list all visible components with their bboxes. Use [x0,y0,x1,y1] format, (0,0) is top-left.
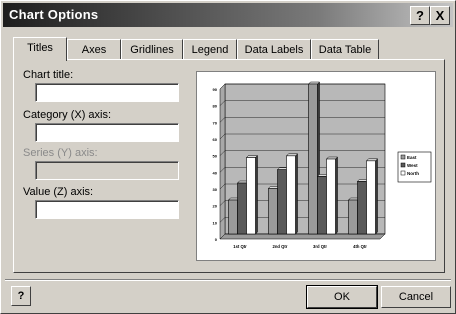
chart-y-tick-label: 30 [213,187,218,192]
chart-x-tick-label: 1st Qtr [233,244,247,249]
chart-bar [286,155,296,235]
tab-data-labels[interactable]: Data Labels [237,39,311,60]
tab-axes[interactable]: Axes [67,39,121,60]
series-axis-field [35,161,179,180]
cancel-button[interactable]: Cancel [381,286,451,308]
titlebar-close-button[interactable]: X [430,6,450,25]
chart-bar [317,176,327,235]
chart-preview-svg: 0 10 20 30 40 50 60 70 80 90 1st Qtr 2nd Qtr 3rd Qtr… [213,81,432,249]
chart-bar [228,199,238,235]
tab-data-table[interactable]: Data Table [311,39,379,60]
chart-title-label: Chart title: [23,69,74,81]
chart-bar [237,182,247,235]
chart-x-tick-label: 4th Qtr [353,244,367,249]
chart-y-tick-label: 80 [213,104,218,109]
titlebar-help-button[interactable]: ? [410,6,430,25]
chart-side-wall [219,83,226,240]
chart-y-tick-label: 10 [213,220,218,225]
chart-bar-side [255,154,258,235]
title-bar: Chart Options ? X [3,3,453,27]
chart-bar-top [245,155,259,158]
chart-bar [366,160,376,235]
chart-floor [219,233,386,240]
chart-preview: 0 10 20 30 40 50 60 70 80 90 1st Qtr 2nd Qtr 3rd Qtr… [196,71,436,261]
chart-y-tick-label: 20 [213,204,218,209]
series-axis-label: Series (Y) axis: [23,147,98,159]
chart-bar [348,199,358,235]
dialog-title: Chart Options [9,7,99,22]
value-axis-field[interactable] [35,200,179,219]
value-axis-label: Value (Z) axis: [23,186,94,198]
chart-bar [277,169,287,235]
category-axis-field[interactable] [35,123,179,142]
chart-bar [268,188,278,235]
chart-bar [246,157,256,235]
chart-legend-label: West [407,163,418,168]
chart-bar [308,83,318,235]
chart-x-tick-label: 3rd Qtr [313,244,327,249]
chart-legend-swatch [400,162,406,168]
category-axis-label: Category (X) axis: [23,109,112,121]
chart-y-tick-label: 40 [213,170,218,175]
chart-legend-swatch [400,154,406,160]
chart-y-tick-label: 90 [213,87,218,92]
chart-bar-top [325,156,339,160]
chart-legend-label: East [407,155,417,160]
chart-y-tick-label: 50 [213,154,218,159]
help-button[interactable]: ? [11,286,31,306]
chart-x-tick-label: 2nd Qtr [273,244,288,249]
chart-title-field[interactable] [35,83,179,102]
chart-bar-top [307,81,321,85]
footer-divider [5,279,451,281]
tab-legend[interactable]: Legend [183,39,237,60]
chart-bar [326,158,336,235]
chart-y-tick-label: 0 [215,237,218,242]
ok-button[interactable]: OK [306,285,378,309]
chart-y-tick-label: 60 [213,137,218,142]
chart-y-tick-label: 70 [213,120,218,125]
chart-legend-label: North [407,171,419,176]
chart-legend-swatch [400,170,406,176]
chart-bar [357,181,367,235]
tab-titles[interactable]: Titles [13,37,67,61]
tab-gridlines[interactable]: Gridlines [121,39,183,60]
chart-options-dialog: Chart Options ? X Titles Axes Gridlines … [0,0,456,314]
